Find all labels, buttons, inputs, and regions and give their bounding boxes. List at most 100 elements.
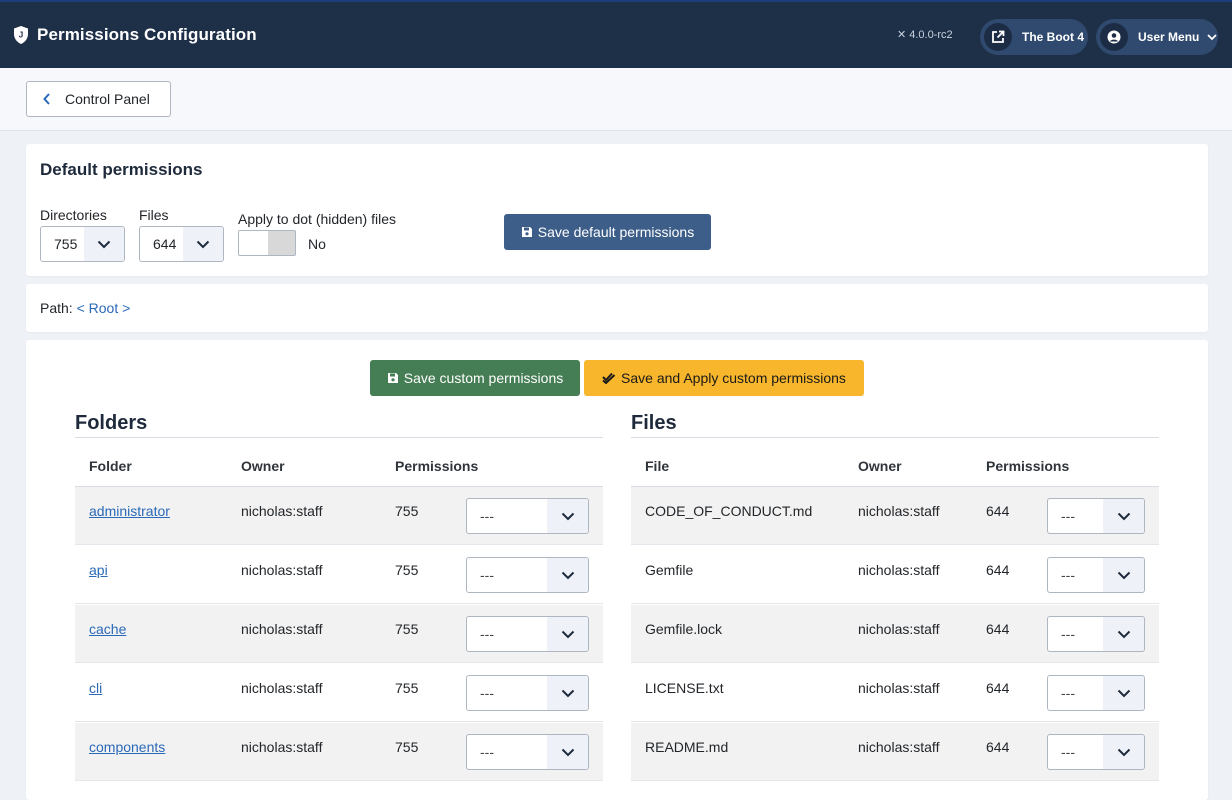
owner-cell: nicholas:staff: [241, 562, 323, 578]
dot-files-toggle[interactable]: [238, 230, 296, 256]
permission-cell: 644: [986, 739, 1010, 755]
table-row: README.md nicholas:staff 644 ---: [631, 723, 1159, 781]
file-name-cell: CODE_OF_CONDUCT.md: [645, 503, 813, 519]
permission-select-value: ---: [1061, 626, 1075, 642]
folders-col-permissions: Permissions: [395, 458, 479, 474]
save-apply-custom-permissions-button[interactable]: Save and Apply custom permissions: [584, 360, 864, 396]
files-col-permissions: Permissions: [986, 458, 1070, 474]
permission-select-value: ---: [480, 567, 494, 583]
control-panel-button[interactable]: Control Panel: [26, 81, 171, 117]
permission-cell: 644: [986, 503, 1010, 519]
chevron-down-icon: [183, 227, 223, 261]
chevron-down-icon: [1103, 735, 1144, 769]
folders-col-folder: Folder: [89, 458, 132, 474]
chevron-down-icon: [547, 499, 588, 533]
files-select[interactable]: 644: [139, 226, 224, 262]
version-label: ✕ 4.0.0-rc2: [897, 28, 953, 42]
permission-cell: 755: [395, 562, 419, 578]
owner-cell: nicholas:staff: [858, 739, 940, 755]
files-col-file: File: [645, 458, 670, 474]
chevron-down-icon: [547, 676, 588, 710]
chevron-down-icon: [547, 558, 588, 592]
site-link-label: The Boot 4: [1022, 30, 1084, 44]
permission-cell: 755: [395, 680, 419, 696]
permission-cell: 755: [395, 503, 419, 519]
folder-link[interactable]: cache: [89, 621, 126, 637]
folders-col-owner: Owner: [241, 458, 285, 474]
folder-link[interactable]: administrator: [89, 503, 170, 519]
folder-link[interactable]: cli: [89, 680, 102, 696]
directories-label: Directories: [40, 207, 107, 223]
file-name-cell: LICENSE.txt: [645, 680, 724, 696]
path-root-link[interactable]: < Root >: [77, 300, 131, 316]
owner-cell: nicholas:staff: [241, 503, 323, 519]
owner-cell: nicholas:staff: [858, 562, 940, 578]
chevron-down-icon: [84, 227, 124, 261]
permission-select[interactable]: ---: [466, 557, 589, 593]
owner-cell: nicholas:staff: [858, 680, 940, 696]
permission-select[interactable]: ---: [466, 616, 589, 652]
toolbar: Control Panel: [0, 68, 1232, 131]
table-row: CODE_OF_CONDUCT.md nicholas:staff 644 --…: [631, 487, 1159, 545]
files-value: 644: [153, 236, 177, 252]
owner-cell: nicholas:staff: [858, 503, 940, 519]
table-row: api nicholas:staff 755 ---: [75, 546, 603, 604]
permission-select[interactable]: ---: [1047, 734, 1145, 770]
permission-select[interactable]: ---: [1047, 616, 1145, 652]
folders-title: Folders: [75, 412, 603, 438]
directories-select[interactable]: 755: [40, 226, 125, 262]
chevron-down-icon: [1103, 676, 1144, 710]
folders-header-row: Folder Owner Permissions: [75, 450, 603, 487]
default-permissions-title: Default permissions: [40, 160, 203, 179]
chevron-down-icon: [1103, 558, 1144, 592]
permission-select[interactable]: ---: [466, 734, 589, 770]
files-title: Files: [631, 412, 1159, 438]
top-header: J Permissions Configuration ✕ 4.0.0-rc2 …: [0, 0, 1232, 68]
permission-select-value: ---: [1061, 744, 1075, 760]
permission-select[interactable]: ---: [1047, 557, 1145, 593]
brand: J Permissions Configuration: [12, 25, 257, 45]
external-link-icon: [984, 23, 1012, 51]
owner-cell: nicholas:staff: [858, 621, 940, 637]
permission-select-value: ---: [1061, 685, 1075, 701]
permission-select[interactable]: ---: [466, 498, 589, 534]
path-card: Path: < Root >: [26, 284, 1208, 332]
folder-link[interactable]: components: [89, 739, 165, 755]
permission-select[interactable]: ---: [466, 675, 589, 711]
directories-value: 755: [54, 236, 78, 252]
page-title: Permissions Configuration: [37, 25, 257, 44]
permission-cell: 644: [986, 562, 1010, 578]
file-name-cell: Gemfile: [645, 562, 694, 578]
save-default-label: Save default permissions: [537, 224, 695, 240]
chevron-left-icon: [43, 93, 50, 105]
folder-link[interactable]: api: [89, 562, 108, 578]
permission-cell: 644: [986, 680, 1010, 696]
check-double-icon: [602, 372, 616, 384]
permission-cell: 755: [395, 739, 419, 755]
site-link-button[interactable]: The Boot 4: [980, 19, 1088, 55]
permission-select-value: ---: [480, 744, 494, 760]
dot-files-label: Apply to dot (hidden) files: [238, 211, 396, 227]
user-menu-button[interactable]: User Menu: [1096, 19, 1218, 55]
permission-select-value: ---: [480, 685, 494, 701]
file-name-cell: README.md: [645, 739, 729, 755]
permission-select[interactable]: ---: [1047, 675, 1145, 711]
files-col-owner: Owner: [858, 458, 902, 474]
save-default-permissions-button[interactable]: Save default permissions: [504, 214, 711, 250]
permission-select[interactable]: ---: [1047, 498, 1145, 534]
joomla-icon: ✕: [897, 29, 907, 41]
dot-files-value: No: [308, 236, 326, 252]
toggle-knob: [239, 231, 268, 255]
save-icon: [521, 227, 532, 237]
save-icon: [387, 373, 398, 383]
owner-cell: nicholas:staff: [241, 739, 323, 755]
default-permissions-card: Default permissions Directories 755 File…: [26, 144, 1208, 276]
save-custom-permissions-button[interactable]: Save custom permissions: [370, 360, 580, 396]
table-row: LICENSE.txt nicholas:staff 644 ---: [631, 664, 1159, 722]
user-menu-label: User Menu: [1138, 30, 1200, 44]
chevron-down-icon: [1103, 499, 1144, 533]
permission-select-value: ---: [480, 626, 494, 642]
permission-cell: 644: [986, 621, 1010, 637]
version-text: 4.0.0-rc2: [909, 28, 953, 41]
table-row: components nicholas:staff 755 ---: [75, 723, 603, 781]
